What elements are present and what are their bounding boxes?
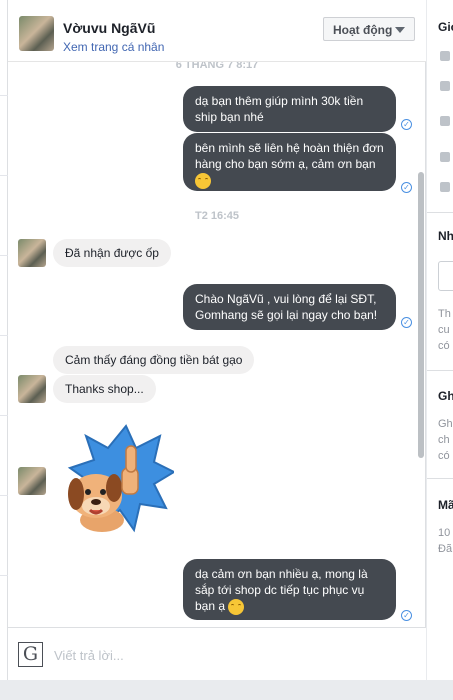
message-bubble-outgoing[interactable]: dạ cảm ơn bạn nhiều ạ, mong là sắp tới s…	[183, 559, 396, 620]
message-bubble-incoming[interactable]: Thanks shop...	[53, 375, 156, 403]
list-divider	[0, 255, 8, 256]
message-text-line: ship bạn nhé	[195, 110, 264, 124]
smiling-face-icon	[195, 172, 211, 189]
messenger-app: Vờuvu NgãVũ Xem trang cá nhân Hoạt động …	[0, 0, 453, 700]
panel-divider	[427, 478, 453, 479]
location-pin-icon	[440, 182, 450, 192]
panel-text-line: có	[438, 450, 450, 462]
message-text-line: Chào NgãVũ , vui lòng để lại SĐT,	[195, 292, 377, 306]
message-bubble-incoming[interactable]: Cảm thấy đáng đồng tiền bát gạo	[53, 346, 255, 374]
list-divider	[0, 415, 8, 416]
graduation-cap-icon	[440, 116, 450, 126]
view-profile-link[interactable]: Xem trang cá nhân	[63, 40, 164, 54]
message-composer: G	[8, 627, 426, 680]
smiling-face-icon	[228, 598, 245, 615]
bottom-bar	[0, 680, 453, 700]
message-bubble-outgoing[interactable]: dạ bạn thêm giúp mình 30k tiền ship bạn …	[183, 86, 396, 132]
reply-input[interactable]	[54, 645, 394, 665]
panel-text-line: Gh	[438, 418, 453, 430]
panel-text-line: cu	[438, 324, 450, 336]
seen-check-icon: ✓	[401, 317, 412, 328]
contact-avatar[interactable]	[19, 16, 54, 51]
seen-check-icon: ✓	[401, 182, 412, 193]
panel-divider	[427, 212, 453, 213]
list-divider	[0, 495, 8, 496]
contact-avatar-small[interactable]	[18, 239, 46, 267]
grammarly-g-icon[interactable]: G	[18, 642, 43, 667]
seen-check-icon: ✓	[401, 119, 412, 130]
panel-text-line: có	[438, 340, 450, 352]
chat-header: Vờuvu NgãVũ Xem trang cá nhân Hoạt động	[8, 0, 426, 62]
panel-text-line: 10	[438, 527, 451, 539]
message-thread[interactable]: 6 THÁNG 7 8:17 dạ bạn thêm giúp mình 30k…	[8, 62, 426, 627]
panel-section-title: Gh	[438, 389, 453, 403]
message-text-line: bên mình sẽ liên hệ hoàn thiện đơn	[195, 141, 384, 155]
message-text-line: dạ cảm ơn bạn nhiều ạ, mong là	[195, 567, 368, 581]
message-text-line: Gomhang sẽ gọi lại ngay cho bạn!	[195, 308, 378, 322]
message-text-line: dạ bạn thêm giúp mình 30k tiền	[195, 94, 364, 108]
list-divider	[0, 95, 8, 96]
home-icon	[440, 152, 450, 162]
panel-text-line: ch	[438, 434, 450, 446]
message-bubble-incoming[interactable]: Đã nhận được ốp	[53, 239, 171, 267]
list-divider	[0, 175, 8, 176]
clock-icon	[440, 51, 450, 61]
thumbs-up-dog-sticker[interactable]	[56, 424, 174, 539]
note-input[interactable]	[438, 261, 453, 291]
chat-panel: Vờuvu NgãVũ Xem trang cá nhân Hoạt động …	[8, 0, 426, 680]
contact-avatar-small[interactable]	[18, 375, 46, 403]
panel-section-title: Mã	[438, 498, 453, 512]
timestamp-divider: T2 16:45	[194, 210, 240, 222]
panel-text-line: Đã	[438, 543, 453, 555]
customer-info-panel: Giớ Nh Th cu có Gh Gh ch có Mã 10 Đã	[427, 0, 453, 680]
message-text-line: bạn ạ	[195, 599, 226, 613]
panel-section-title: Giớ	[438, 20, 453, 34]
facebook-icon	[440, 81, 450, 91]
message-text-line: hàng cho bạn sớm ạ, cảm ơn bạn	[195, 157, 376, 171]
thread-scrollbar[interactable]	[418, 172, 424, 458]
message-text-line: sắp tới shop dc tiếp tục phục vụ	[195, 583, 365, 597]
status-label: Hoạt động	[333, 23, 393, 37]
seen-check-icon: ✓	[401, 610, 412, 621]
chevron-down-icon	[395, 27, 405, 33]
list-divider	[0, 335, 8, 336]
message-bubble-outgoing[interactable]: bên mình sẽ liên hệ hoàn thiện đơn hàng …	[183, 133, 396, 191]
panel-section-title: Nh	[438, 229, 453, 243]
message-bubble-outgoing[interactable]: Chào NgãVũ , vui lòng để lại SĐT, Gomhan…	[183, 284, 396, 330]
list-divider	[0, 575, 8, 576]
timestamp-divider: 6 THÁNG 7 8:17	[175, 62, 259, 71]
conversation-list-edge	[0, 0, 8, 700]
status-dropdown[interactable]: Hoạt động	[323, 17, 415, 41]
panel-text-line: Th	[438, 308, 451, 320]
contact-name[interactable]: Vờuvu NgãVũ	[63, 20, 155, 36]
panel-divider	[427, 370, 453, 371]
contact-avatar-small[interactable]	[18, 467, 46, 495]
